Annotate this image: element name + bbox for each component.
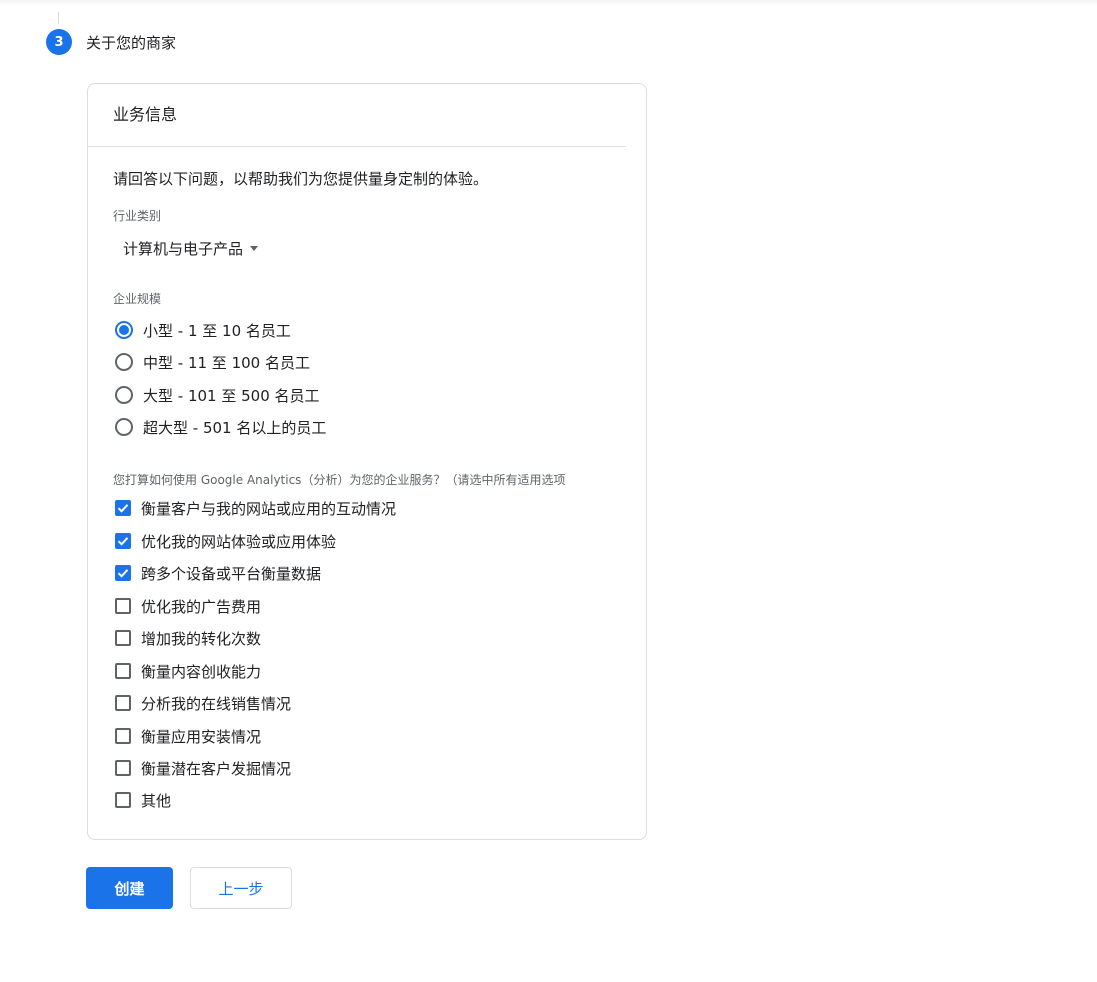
size-option-label: 中型 - 11 至 100 名员工 <box>143 353 310 372</box>
back-button[interactable]: 上一步 <box>190 867 292 909</box>
checkbox-unchecked-icon <box>115 663 131 679</box>
size-option-small[interactable]: 小型 - 1 至 10 名员工 <box>115 318 291 342</box>
usage-option-label: 衡量客户与我的网站或应用的互动情况 <box>141 499 397 518</box>
usage-option-label: 分析我的在线销售情况 <box>141 694 292 713</box>
checkbox-unchecked-icon <box>115 695 131 711</box>
step-header: 3 关于您的商家 <box>46 29 176 55</box>
checkbox-unchecked-icon <box>115 792 131 808</box>
usage-option-label: 衡量潜在客户发掘情况 <box>141 759 292 778</box>
industry-label: 行业类别 <box>113 209 162 223</box>
usage-option-label: 衡量内容创收能力 <box>141 662 262 681</box>
size-option-label: 小型 - 1 至 10 名员工 <box>143 321 291 340</box>
page: 3 关于您的商家 业务信息 请回答以下问题，以帮助我们为您提供量身定制的体验。 … <box>0 0 1097 982</box>
card-title: 业务信息 <box>113 105 178 124</box>
top-divider <box>0 0 1097 6</box>
card-divider <box>87 146 626 147</box>
card-intro: 请回答以下问题，以帮助我们为您提供量身定制的体验。 <box>113 170 489 188</box>
step-connector-line <box>58 12 59 24</box>
usage-option-label: 优化我的广告费用 <box>141 597 262 616</box>
size-option-label: 大型 - 101 至 500 名员工 <box>143 386 320 405</box>
industry-selected-value: 计算机与电子产品 <box>123 239 244 258</box>
create-button[interactable]: 创建 <box>86 867 173 909</box>
usage-option-label: 衡量应用安装情况 <box>141 727 262 746</box>
company-size-label: 企业规模 <box>113 292 162 306</box>
radio-unchecked-icon <box>115 386 133 404</box>
usage-option-cross-device[interactable]: 跨多个设备或平台衡量数据 <box>115 562 321 584</box>
usage-option-app-installs[interactable]: 衡量应用安装情况 <box>115 725 261 747</box>
usage-option-label: 跨多个设备或平台衡量数据 <box>141 564 322 583</box>
size-option-large[interactable]: 大型 - 101 至 500 名员工 <box>115 383 320 407</box>
industry-dropdown[interactable]: 计算机与电子产品 <box>123 237 259 259</box>
checkbox-checked-icon <box>115 565 131 581</box>
checkbox-unchecked-icon <box>115 630 131 646</box>
usage-option-measure-engagement[interactable]: 衡量客户与我的网站或应用的互动情况 <box>115 497 396 519</box>
radio-unchecked-icon <box>115 418 133 436</box>
usage-option-label: 优化我的网站体验或应用体验 <box>141 532 337 551</box>
usage-option-online-sales[interactable]: 分析我的在线销售情况 <box>115 692 291 714</box>
usage-option-other[interactable]: 其他 <box>115 789 171 811</box>
checkbox-unchecked-icon <box>115 760 131 776</box>
checkbox-unchecked-icon <box>115 728 131 744</box>
usage-option-label: 其他 <box>141 791 172 810</box>
size-option-xlarge[interactable]: 超大型 - 501 名以上的员工 <box>115 415 326 439</box>
caret-down-icon <box>250 245 259 251</box>
business-info-card-content: 业务信息 请回答以下问题，以帮助我们为您提供量身定制的体验。 行业类别 计算机与… <box>87 83 626 841</box>
size-option-medium[interactable]: 中型 - 11 至 100 名员工 <box>115 350 310 374</box>
usage-question-label: 您打算如何使用 Google Analytics（分析）为您的企业服务？（请选中… <box>113 473 566 487</box>
usage-option-ad-spend[interactable]: 优化我的广告费用 <box>115 595 261 617</box>
usage-option-optimize-experience[interactable]: 优化我的网站体验或应用体验 <box>115 530 336 552</box>
usage-option-conversions[interactable]: 增加我的转化次数 <box>115 627 261 649</box>
step-title: 关于您的商家 <box>86 33 177 52</box>
checkbox-unchecked-icon <box>115 598 131 614</box>
size-option-label: 超大型 - 501 名以上的员工 <box>143 418 327 437</box>
radio-checked-icon <box>115 321 133 339</box>
step-number-badge: 3 <box>46 29 72 55</box>
usage-option-monetization[interactable]: 衡量内容创收能力 <box>115 660 261 682</box>
radio-unchecked-icon <box>115 353 133 371</box>
checkbox-checked-icon <box>115 500 131 516</box>
usage-option-lead-generation[interactable]: 衡量潜在客户发掘情况 <box>115 757 291 779</box>
usage-option-label: 增加我的转化次数 <box>141 629 262 648</box>
checkbox-checked-icon <box>115 533 131 549</box>
